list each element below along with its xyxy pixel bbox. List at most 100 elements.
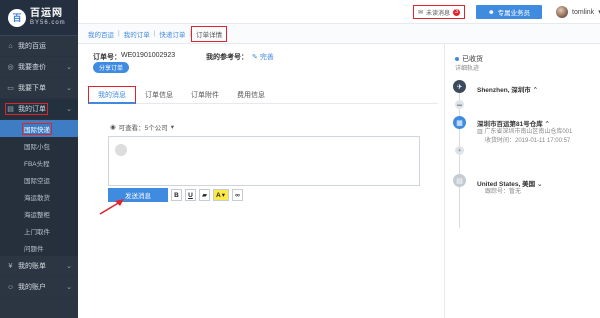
- breadcrumb-item-home[interactable]: 我的百运: [84, 29, 118, 39]
- origin-location[interactable]: Shenzhen, 深圳市 ⌃: [477, 84, 538, 94]
- bill-icon: ¥: [8, 262, 13, 270]
- search-icon: ◎: [7, 63, 14, 71]
- avatar: [556, 6, 568, 18]
- sidebar-item-label: 我要查价: [18, 64, 46, 71]
- reference-number-row: 我的参考号： ✎ 完善: [206, 52, 274, 62]
- list-icon: ▤: [7, 105, 14, 113]
- order-number-label: 订单号：: [93, 54, 121, 61]
- top-bar: ✉ 未读消息 3 ☻ 专属业务员 tomlink ▾: [78, 0, 600, 24]
- sidebar-nav-bottom: ¥ 我的账单 ⌄ ☺ 我的账户 ⌄: [0, 256, 78, 298]
- warehouse-label: 深圳市百运第81号仓库: [477, 121, 543, 128]
- sidebar-item-place-order[interactable]: ▭ 我要下单 ⌄: [0, 78, 78, 99]
- agent-icon: ☻: [487, 8, 495, 16]
- sidebar-item-quote[interactable]: ◎ 我要查价 ⌄: [0, 57, 78, 78]
- edit-icon: ✎: [252, 54, 258, 61]
- caret-down-icon: ▾: [221, 192, 225, 199]
- highlight-box: ▤ 我的订单: [4, 102, 49, 116]
- visibility-selector[interactable]: ◉ 可查看：5个公司 ▾: [110, 122, 174, 132]
- sidebar-item-label: 我要下单: [18, 85, 46, 92]
- unread-count-badge: 3: [453, 8, 461, 16]
- complete-reference-link[interactable]: ✎ 完善: [252, 52, 274, 62]
- reference-number-label: 我的参考号：: [206, 54, 248, 61]
- submenu-item-label: 国际快递: [21, 122, 53, 136]
- sidebar-item-account[interactable]: ☺ 我的账户 ⌄: [0, 277, 78, 298]
- chevron-down-icon: ⌄: [66, 85, 72, 92]
- received-time: 收货时间：2019-01-11 17:00:57: [485, 138, 571, 144]
- avatar: [115, 144, 127, 156]
- user-icon: ☺: [7, 283, 15, 291]
- chevron-down-icon: ⌄: [66, 106, 72, 113]
- logo-title: 百运网: [30, 8, 63, 19]
- breadcrumb-item-order-detail: 订单详情: [191, 25, 228, 42]
- logo-subtitle: BY56.com: [30, 20, 66, 26]
- order-number-row: 订单号： WE01901002923: [93, 52, 175, 62]
- submenu-item-sea-fcl[interactable]: 海运整柜: [0, 205, 78, 222]
- sidebar-nav: ⌂ 我的百运 ◎ 我要查价 ⌄ ▭ 我要下单 ⌄ ▤ 我的订单 ⌄: [0, 36, 78, 120]
- eye-icon: ◉: [110, 124, 116, 131]
- origin-node-icon: ✈: [453, 80, 466, 93]
- tracking-detail-label: 详细轨迹: [455, 66, 480, 72]
- tracking-panel: 已收货 详细轨迹 ✈ Shenzhen, 深圳市 ⌃ ▬ ▦ 深圳市百运第81号…: [444, 44, 600, 318]
- user-menu[interactable]: tomlink ▾: [556, 5, 600, 19]
- origin-label: Shenzhen, 深圳市: [477, 87, 531, 94]
- link-icon: ∞: [235, 191, 240, 199]
- submenu-item-intl-small-parcel[interactable]: 国际小包: [0, 137, 78, 154]
- message-editor[interactable]: [108, 136, 420, 186]
- visibility-label: 可查看：5个公司: [118, 125, 168, 132]
- submenu-item-fba[interactable]: FBA头程: [0, 154, 78, 171]
- timeline-line: [459, 88, 460, 228]
- order-number-value: WE01901002923: [121, 52, 176, 59]
- tab-order-info[interactable]: 订单信息: [136, 86, 182, 104]
- breadcrumb-item-express-orders[interactable]: 快递订单: [155, 29, 189, 39]
- submenu-item-sea-lcl[interactable]: 海运散货: [0, 188, 78, 205]
- eraser-button[interactable]: ▰: [199, 189, 210, 201]
- share-order-button[interactable]: 分享订单: [93, 62, 130, 73]
- unread-messages-label: 未读消息: [426, 10, 451, 17]
- order-detail-panel: 订单号： WE01901002923 我的参考号： ✎ 完善 分享订单 我的消息…: [88, 48, 438, 318]
- dedicated-agent-label: 专属业务员: [497, 10, 531, 17]
- chevron-up-icon: ⌃: [544, 121, 550, 128]
- tab-order-attachments[interactable]: 订单附件: [182, 86, 228, 104]
- bold-button[interactable]: B: [171, 189, 182, 201]
- chevron-down-icon: ⌄: [66, 263, 72, 270]
- link-button[interactable]: ∞: [232, 189, 243, 201]
- warehouse-address-text: 广东省深圳市南山区南山仓库001: [484, 129, 573, 135]
- underline-button[interactable]: U: [185, 189, 196, 201]
- annotation-arrow-icon: [99, 199, 124, 215]
- logo-mark: 百: [8, 8, 26, 27]
- submenu-item-air-freight[interactable]: 国际空运: [0, 171, 78, 188]
- eraser-icon: ▰: [202, 192, 207, 199]
- chevron-down-icon: ⌄: [66, 284, 72, 291]
- submenu-item-intl-express[interactable]: 国际快递: [0, 120, 78, 137]
- destination-node-icon: ▤: [453, 174, 466, 187]
- text-color-button[interactable]: A ▾: [213, 189, 229, 201]
- submenu-item-pickup[interactable]: 上门取件: [0, 222, 78, 239]
- sidebar-item-label: 我的百运: [18, 43, 46, 50]
- logo[interactable]: 百 百运网 BY56.com: [0, 0, 78, 36]
- tab-fee-info[interactable]: 费用信息: [228, 86, 274, 104]
- dedicated-agent-button[interactable]: ☻ 专属业务员: [476, 5, 542, 19]
- text-color-label: A: [216, 191, 221, 199]
- tab-my-messages[interactable]: 我的消息: [88, 86, 136, 104]
- username: tomlink: [572, 8, 595, 16]
- sidebar: 百 百运网 BY56.com ⌂ 我的百运 ◎ 我要查价 ⌄ ▭ 我要下单 ⌄ …: [0, 0, 78, 318]
- plane-icon: ✈: [455, 146, 464, 155]
- complete-reference-label: 完善: [259, 54, 274, 61]
- caret-down-icon: ▾: [170, 124, 175, 131]
- truck-icon: ▬: [455, 100, 464, 109]
- order-tabs: 我的消息 订单信息 订单附件 费用信息: [88, 86, 438, 104]
- sidebar-item-home[interactable]: ⌂ 我的百运: [0, 36, 78, 57]
- destination-location[interactable]: United States, 美国 ⌄: [477, 178, 542, 188]
- destination-label: United States, 美国: [477, 181, 536, 188]
- sidebar-item-bills[interactable]: ¥ 我的账单 ⌄: [0, 256, 78, 277]
- cart-icon: ▭: [7, 84, 14, 92]
- sidebar-item-my-orders[interactable]: ▤ 我的订单 ⌄: [0, 99, 78, 120]
- breadcrumb: 我的百运 | 我的订单 | 快递订单 | 订单详情: [78, 24, 600, 44]
- sidebar-item-label: 我的账单: [18, 263, 46, 270]
- tracking-number-label: 跟踪号：暂无: [485, 189, 522, 195]
- breadcrumb-item-orders[interactable]: 我的订单: [120, 29, 154, 39]
- submenu-item-problem[interactable]: 问题件: [0, 239, 78, 256]
- unread-messages-button[interactable]: ✉ 未读消息 3: [413, 5, 466, 19]
- warehouse-location[interactable]: 深圳市百运第81号仓库 ⌃: [477, 118, 550, 128]
- sidebar-item-label: 我的订单: [18, 106, 46, 113]
